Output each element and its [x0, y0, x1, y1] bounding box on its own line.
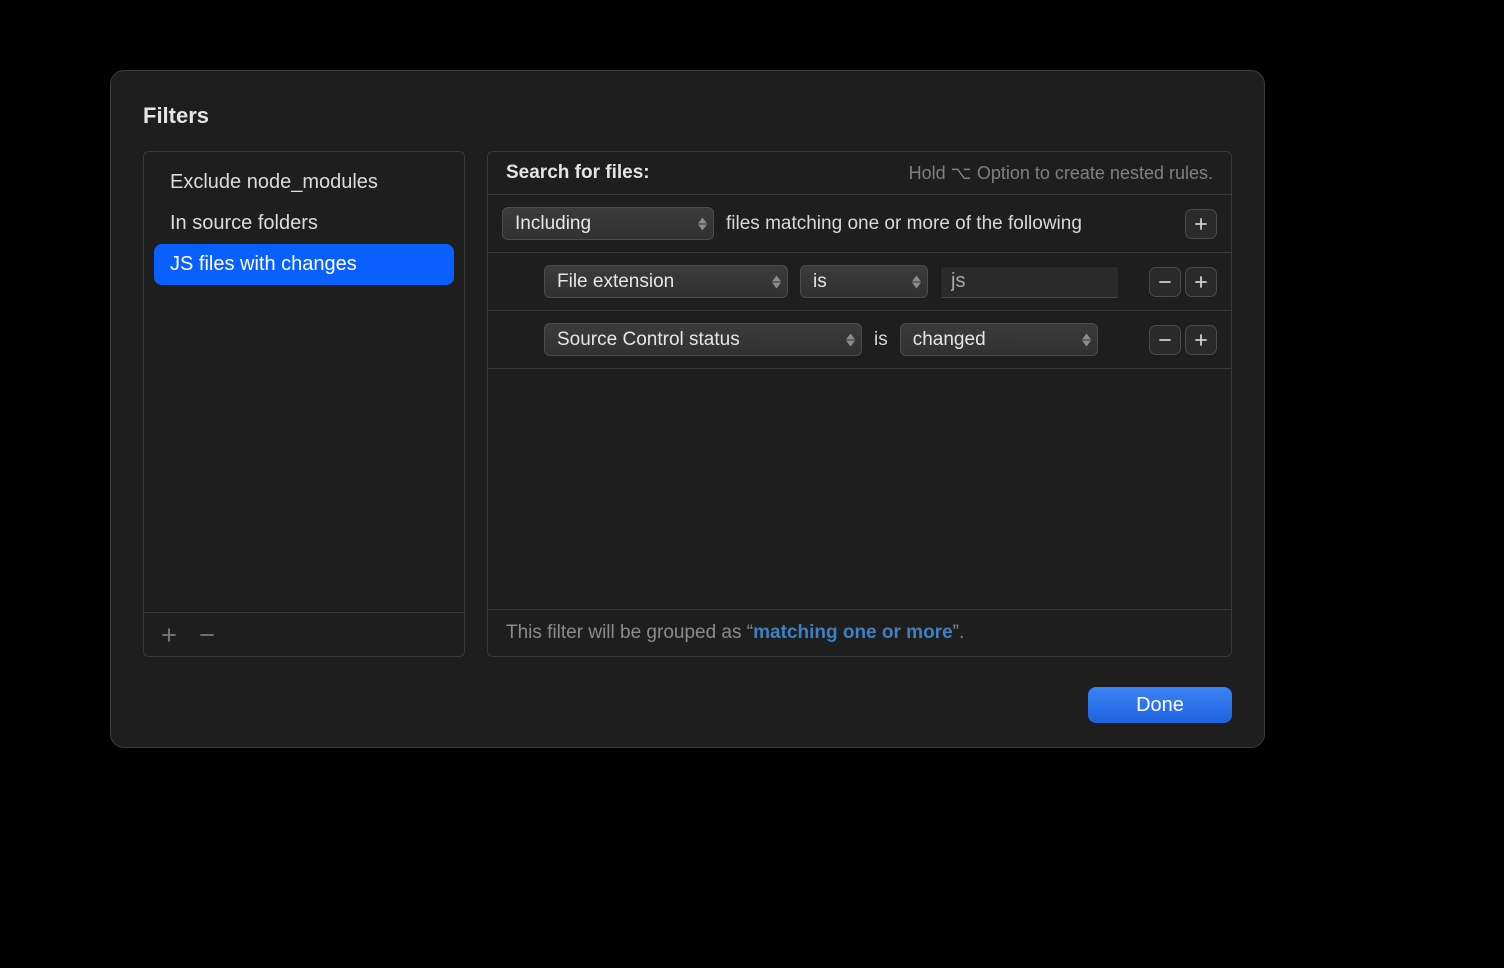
- add-rule-top-button[interactable]: [1185, 209, 1217, 239]
- footer-group-link[interactable]: matching one or more: [753, 622, 953, 643]
- remove-rule-1-button[interactable]: [1149, 267, 1181, 297]
- rule-row-source-control: Source Control status is changed: [488, 311, 1231, 369]
- rules-header: Search for files: Hold ⌥ Option to creat…: [488, 152, 1231, 195]
- option-key-icon: ⌥: [951, 163, 972, 183]
- rules-caption: Search for files:: [506, 162, 650, 184]
- chevron-up-down-icon: [846, 333, 855, 346]
- including-popup-label: Including: [515, 213, 591, 235]
- source-control-value-label: changed: [913, 329, 986, 351]
- add-rule-2-button[interactable]: [1185, 325, 1217, 355]
- rules-empty-space: [488, 369, 1231, 609]
- hint-prefix: Hold: [909, 163, 951, 183]
- plus-icon: [1194, 333, 1208, 347]
- filters-sidebar: Exclude node_modules In source folders J…: [143, 151, 465, 657]
- source-control-field-popup[interactable]: Source Control status: [544, 323, 862, 356]
- minus-icon: [1158, 275, 1172, 289]
- file-extension-popup[interactable]: File extension: [544, 265, 788, 298]
- minus-icon: [1158, 333, 1172, 347]
- file-extension-op-popup[interactable]: is: [800, 265, 928, 298]
- rule-row-top: Including files matching one or more of …: [488, 195, 1231, 253]
- file-extension-popup-label: File extension: [557, 271, 674, 293]
- rules-hint: Hold ⌥ Option to create nested rules.: [909, 163, 1213, 184]
- dialog-buttons: Done: [143, 687, 1232, 723]
- dialog-title: Filters: [143, 103, 1232, 129]
- footer-prefix: This filter will be grouped as “: [506, 622, 753, 643]
- add-filter-button[interactable]: [158, 624, 180, 646]
- chevron-up-down-icon: [1082, 333, 1091, 346]
- source-control-op-text: is: [874, 329, 888, 351]
- source-control-field-label: Source Control status: [557, 329, 740, 351]
- add-rule-1-button[interactable]: [1185, 267, 1217, 297]
- chevron-up-down-icon: [698, 217, 707, 230]
- source-control-value-popup[interactable]: changed: [900, 323, 1098, 356]
- file-extension-value-input[interactable]: [940, 266, 1118, 298]
- rules-footer: This filter will be grouped as “matching…: [488, 609, 1231, 656]
- minus-icon: [199, 627, 215, 643]
- hint-rest: Option to create nested rules.: [972, 163, 1213, 183]
- including-text: files matching one or more of the follow…: [726, 213, 1082, 235]
- filter-list: Exclude node_modules In source folders J…: [144, 152, 464, 612]
- rules-pane: Search for files: Hold ⌥ Option to creat…: [487, 151, 1232, 657]
- chevron-up-down-icon: [912, 275, 921, 288]
- filter-item-js-files-with-changes[interactable]: JS files with changes: [154, 244, 454, 285]
- rule-row-file-extension: File extension is: [488, 253, 1231, 311]
- footer-suffix: ”.: [953, 622, 965, 643]
- dialog-body: Exclude node_modules In source folders J…: [143, 151, 1232, 657]
- remove-filter-button[interactable]: [196, 624, 218, 646]
- filter-item-exclude-node-modules[interactable]: Exclude node_modules: [154, 162, 454, 203]
- sidebar-toolbar: [144, 612, 464, 656]
- remove-rule-2-button[interactable]: [1149, 325, 1181, 355]
- chevron-up-down-icon: [772, 275, 781, 288]
- filters-dialog: Filters Exclude node_modules In source f…: [110, 70, 1265, 748]
- done-button[interactable]: Done: [1088, 687, 1232, 723]
- file-extension-op-label: is: [813, 271, 827, 293]
- filter-item-in-source-folders[interactable]: In source folders: [154, 203, 454, 244]
- plus-icon: [161, 627, 177, 643]
- plus-icon: [1194, 217, 1208, 231]
- plus-icon: [1194, 275, 1208, 289]
- including-popup[interactable]: Including: [502, 207, 714, 240]
